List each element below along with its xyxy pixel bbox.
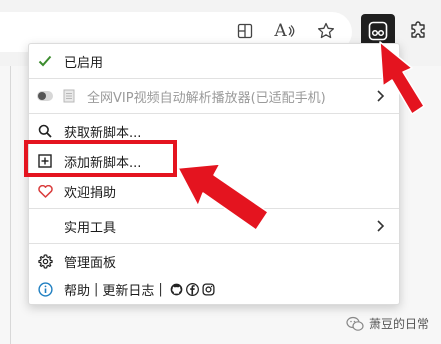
donate-label: 欢迎捐助 — [64, 185, 117, 201]
changelog-link[interactable]: 更新日志 — [102, 280, 154, 299]
dashboard-label: 管理面板 — [64, 255, 117, 271]
check-icon — [37, 53, 53, 69]
script-toggle[interactable] — [37, 88, 53, 104]
page-divider — [10, 66, 11, 344]
red-arrow-icon — [379, 41, 425, 115]
menu-item-help-row: 帮助 | 更新日志 | — [29, 272, 399, 306]
red-arrow-icon — [177, 163, 269, 231]
script-file-icon — [63, 89, 75, 103]
instagram-icon[interactable] — [202, 282, 215, 296]
github-icon[interactable] — [170, 283, 183, 296]
menu-item-enabled-label: 已启用 — [64, 55, 104, 71]
search-icon — [37, 123, 53, 139]
script-name-label: 全网VIP视频自动解析播放器(已适配手机) — [87, 90, 326, 106]
menu-item-enabled[interactable]: 已启用 — [29, 44, 399, 78]
read-aloud-glyph: A — [274, 21, 287, 41]
get-new-scripts-label: 获取新脚本... — [64, 125, 142, 141]
gear-icon — [37, 253, 53, 269]
social-links — [170, 282, 215, 296]
heart-icon — [37, 183, 53, 199]
watermark: 萧豆的日常 — [346, 315, 429, 332]
footer-links: 帮助 | 更新日志 | — [64, 280, 215, 299]
highlight-box — [24, 140, 177, 177]
link-divider: | — [94, 281, 99, 297]
link-divider: | — [158, 281, 163, 297]
help-link[interactable]: 帮助 — [64, 280, 90, 299]
info-icon — [37, 281, 53, 297]
watermark-text: 萧豆的日常 — [369, 317, 430, 331]
wechat-icon — [346, 316, 364, 331]
chevron-right-icon — [377, 220, 385, 232]
utilities-label: 实用工具 — [64, 220, 117, 236]
facebook-icon[interactable] — [185, 282, 199, 296]
menu-item-script[interactable]: 全网VIP视频自动解析播放器(已适配手机) — [29, 79, 399, 113]
